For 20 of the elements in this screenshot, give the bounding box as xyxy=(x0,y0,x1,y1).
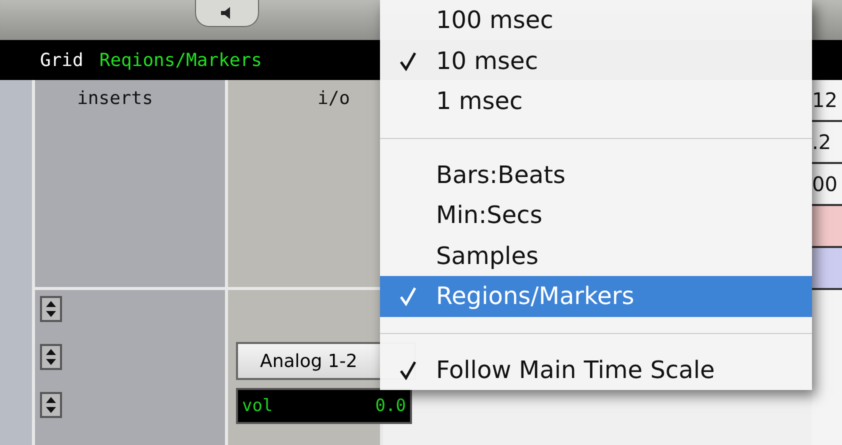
toolbar-knob[interactable] xyxy=(195,0,259,27)
stepper-control[interactable] xyxy=(40,344,62,370)
menu-item[interactable]: 10 msec xyxy=(380,40,812,82)
up-down-arrows-icon xyxy=(45,396,57,414)
volume-value: 0.0 xyxy=(375,396,406,416)
menu-item[interactable]: Regions/Markers xyxy=(380,276,812,317)
menu-item[interactable]: Bars:Beats xyxy=(380,154,812,196)
volume-display[interactable]: vol 0.0 xyxy=(236,388,412,424)
volume-label: vol xyxy=(242,396,273,416)
menu-item[interactable]: 1 msec xyxy=(380,81,812,122)
grid-label: Grid xyxy=(40,50,84,70)
menu-item[interactable]: Min:Secs xyxy=(380,195,812,236)
menu-item[interactable]: Samples xyxy=(380,236,812,276)
column-title: inserts xyxy=(77,88,153,111)
stepper-control[interactable] xyxy=(40,296,62,322)
up-down-arrows-icon xyxy=(45,300,57,318)
stepper-control[interactable] xyxy=(40,392,62,418)
column-title: i/o xyxy=(317,88,350,111)
up-down-arrows-icon xyxy=(45,348,57,366)
grid-value[interactable]: Reqions/Markers xyxy=(99,50,262,70)
